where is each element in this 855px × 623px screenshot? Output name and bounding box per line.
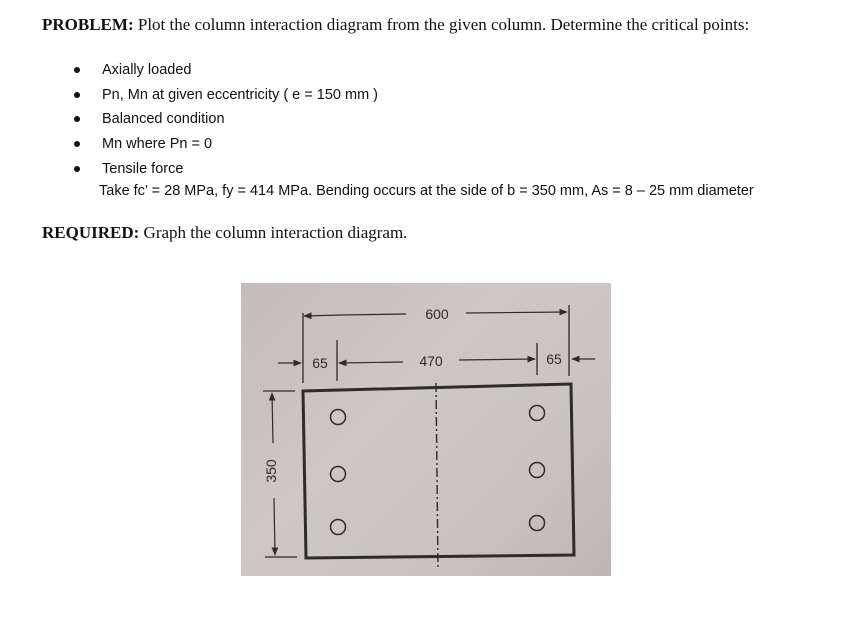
list-item-text: Pn, Mn at given eccentricity ( e = 150 m… — [102, 86, 379, 103]
list-item: Tensile force — [72, 159, 378, 184]
list-item: Axially loaded — [72, 60, 378, 85]
dimension-line-470-right — [458, 355, 536, 363]
rebar-circle — [329, 518, 347, 536]
list-item-text: Balanced condition — [102, 111, 225, 128]
required-statement: REQUIRED: Graph the column interaction d… — [42, 222, 407, 244]
problem-statement: PROBLEM: Plot the column interaction dia… — [42, 14, 814, 36]
dimension-line-350-top — [268, 392, 276, 444]
list-item: Mn where Pn = 0 — [72, 134, 378, 159]
list-item: Pn, Mn at given eccentricity ( e = 150 m… — [72, 85, 378, 110]
bullet-icon — [74, 91, 80, 98]
list-item-text: Mn where Pn = 0 — [102, 136, 213, 153]
list-item-text: Axially loaded — [102, 62, 192, 78]
dimension-label-470: 470 — [419, 353, 443, 369]
bullet-icon — [74, 141, 80, 148]
rebar-circle — [528, 514, 546, 532]
column-section-figure: 600 65 470 65 350 — [241, 283, 611, 576]
problem-text: Plot the column interaction diagram from… — [137, 15, 750, 34]
list-item-text: Tensile force — [102, 160, 184, 177]
dimension-label-350: 350 — [263, 459, 279, 483]
bullet-icon — [74, 67, 80, 73]
rebar-circle — [528, 461, 546, 479]
dimension-line-600-right — [465, 308, 568, 316]
rebar-circle — [329, 408, 347, 426]
required-label: REQUIRED: — [42, 223, 140, 242]
dimension-label-65-right: 65 — [546, 351, 562, 367]
given-parameters: Take fc’ = 28 MPa, fy = 414 MPa. Bending… — [99, 183, 754, 199]
dimension-label-600: 600 — [425, 306, 449, 322]
problem-label: PROBLEM: — [42, 15, 134, 34]
bullet-icon — [74, 165, 80, 172]
rebar-circle — [528, 404, 546, 422]
dimension-line-350-bottom — [271, 497, 279, 556]
dimension-line-470-left — [338, 359, 404, 367]
bullet-icon — [74, 116, 80, 123]
dimension-line-600-left — [303, 312, 342, 320]
list-item: Balanced condition — [72, 109, 378, 134]
dimension-label-65-left: 65 — [312, 355, 328, 371]
column-section-drawing: 600 65 470 65 350 — [263, 305, 595, 570]
critical-points-list: Axially loaded Pn, Mn at given eccentric… — [72, 60, 378, 183]
centerline — [435, 382, 439, 570]
required-text: Graph the column interaction diagram. — [143, 223, 408, 242]
rebar-circle — [329, 465, 347, 483]
